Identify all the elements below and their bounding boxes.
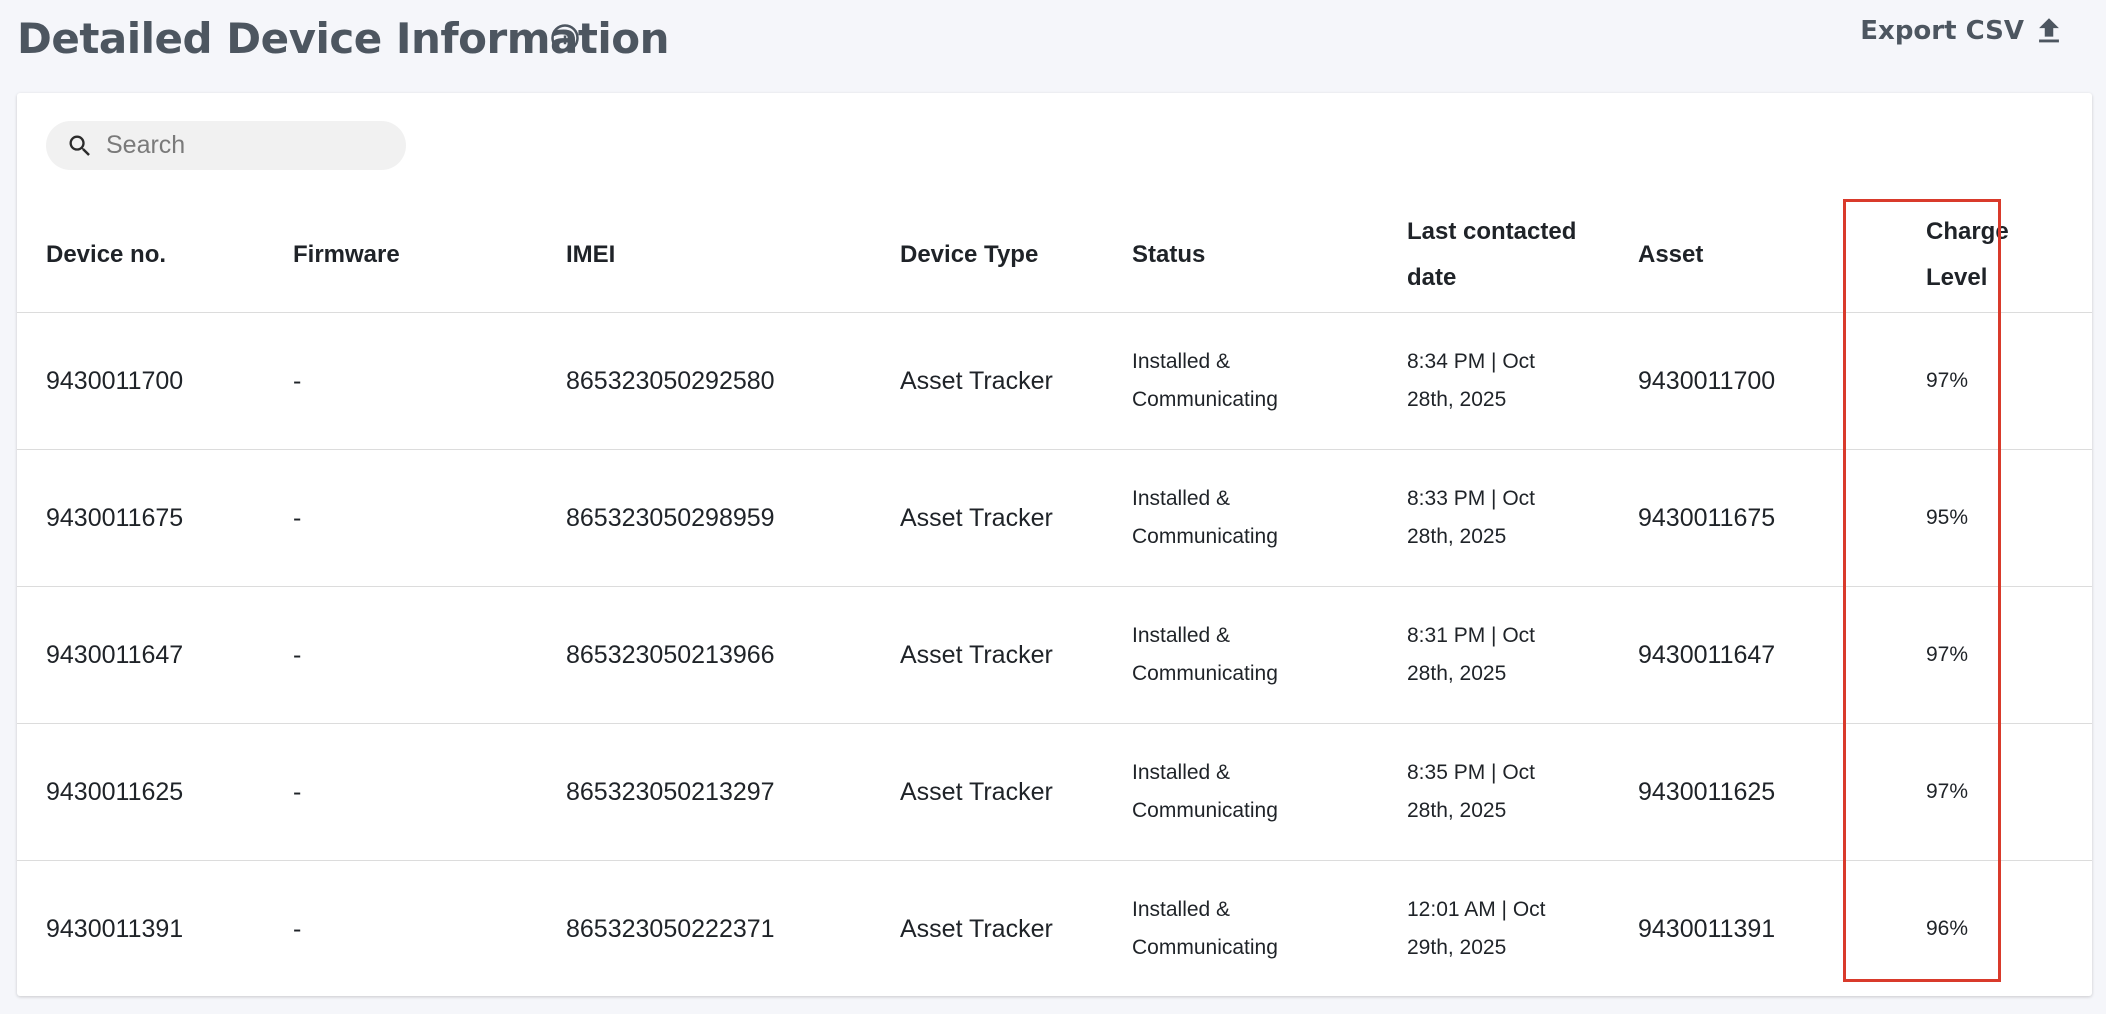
search-box[interactable]: [46, 121, 406, 170]
upload-icon: [2039, 18, 2059, 43]
column-header-imei[interactable]: IMEI: [566, 198, 900, 313]
column-header-last-contacted[interactable]: Last contacted date: [1407, 198, 1638, 313]
column-header-last-contacted-label: Last contacted date: [1407, 218, 1577, 291]
cell-charge-level-text: 95%: [1926, 506, 1969, 529]
table-row[interactable]: 9430011625 - 865323050213297 Asset Track…: [17, 723, 2092, 861]
column-header-asset[interactable]: Asset: [1638, 198, 1886, 313]
export-csv-label: Export CSV: [1860, 16, 2024, 46]
cell-device-type: Asset Tracker: [900, 860, 1132, 996]
cell-device-type: Asset Tracker: [900, 312, 1132, 450]
cell-device-no: 9430011391: [17, 860, 293, 996]
cell-last-contacted-text: 8:34 PM | Oct 28th, 2025: [1407, 350, 1535, 411]
table-row[interactable]: 9430011700 - 865323050292580 Asset Track…: [17, 312, 2092, 450]
cell-charge-level-text: 97%: [1926, 643, 1969, 666]
search-input[interactable]: [104, 130, 388, 161]
cell-status-text: Installed & Communicating: [1132, 898, 1278, 959]
cell-charge-level-text: 96%: [1926, 917, 1969, 940]
cell-charge-level: 96%: [1886, 860, 2092, 996]
cell-imei: 865323050298959: [566, 449, 900, 587]
cell-charge-level-text: 97%: [1926, 780, 1969, 803]
cell-charge-level: 97%: [1886, 723, 2092, 861]
cell-asset: 9430011700: [1638, 312, 1886, 450]
cell-charge-level: 97%: [1886, 312, 2092, 450]
cell-status: Installed & Communicating: [1132, 312, 1407, 450]
cell-last-contacted-text: 8:31 PM | Oct 28th, 2025: [1407, 624, 1535, 685]
cell-status: Installed & Communicating: [1132, 449, 1407, 587]
cell-last-contacted-text: 12:01 AM | Oct 29th, 2025: [1407, 898, 1546, 959]
cell-charge-level-text: 97%: [1926, 369, 1969, 392]
cell-status-text: Installed & Communicating: [1132, 624, 1278, 685]
device-table: Device no. Firmware IMEI Device Type Sta…: [17, 198, 2092, 996]
cell-device-no: 9430011675: [17, 449, 293, 587]
table-row[interactable]: 9430011675 - 865323050298959 Asset Track…: [17, 449, 2092, 587]
cell-last-contacted-text: 8:33 PM | Oct 28th, 2025: [1407, 487, 1535, 548]
column-header-device-no[interactable]: Device no.: [17, 198, 293, 313]
cell-asset: 9430011391: [1638, 860, 1886, 996]
cell-asset: 9430011625: [1638, 723, 1886, 861]
cell-firmware: -: [293, 860, 566, 996]
device-table-card: Device no. Firmware IMEI Device Type Sta…: [17, 93, 2092, 996]
cell-imei: 865323050292580: [566, 312, 900, 450]
cell-device-type: Asset Tracker: [900, 449, 1132, 587]
column-header-charge-level-label: Charge Level: [1926, 218, 2009, 291]
cell-device-no: 9430011625: [17, 723, 293, 861]
search-icon: [69, 135, 90, 156]
cell-last-contacted: 8:33 PM | Oct 28th, 2025: [1407, 449, 1638, 587]
column-header-charge-level[interactable]: Charge Level: [1886, 198, 2092, 313]
column-header-firmware[interactable]: Firmware: [293, 198, 566, 313]
export-csv-button[interactable]: Export CSV: [1860, 14, 2066, 48]
cell-imei: 865323050213297: [566, 723, 900, 861]
cell-status-text: Installed & Communicating: [1132, 350, 1278, 411]
cell-status: Installed & Communicating: [1132, 723, 1407, 861]
cell-device-type: Asset Tracker: [900, 723, 1132, 861]
cell-charge-level: 97%: [1886, 586, 2092, 724]
cell-asset: 9430011675: [1638, 449, 1886, 587]
cell-asset: 9430011647: [1638, 586, 1886, 724]
column-header-device-type[interactable]: Device Type: [900, 198, 1132, 313]
cell-firmware: -: [293, 723, 566, 861]
table-row[interactable]: 9430011647 - 865323050213966 Asset Track…: [17, 586, 2092, 724]
cell-device-no: 9430011700: [17, 312, 293, 450]
cell-last-contacted: 8:34 PM | Oct 28th, 2025: [1407, 312, 1638, 450]
table-row[interactable]: 9430011391 - 865323050222371 Asset Track…: [17, 860, 2092, 996]
table-header-row: Device no. Firmware IMEI Device Type Sta…: [17, 198, 2092, 313]
info-icon[interactable]: [550, 23, 580, 53]
cell-status-text: Installed & Communicating: [1132, 761, 1278, 822]
cell-last-contacted-text: 8:35 PM | Oct 28th, 2025: [1407, 761, 1535, 822]
cell-status: Installed & Communicating: [1132, 586, 1407, 724]
cell-firmware: -: [293, 586, 566, 724]
cell-last-contacted: 8:31 PM | Oct 28th, 2025: [1407, 586, 1638, 724]
cell-imei: 865323050213966: [566, 586, 900, 724]
cell-firmware: -: [293, 449, 566, 587]
cell-last-contacted: 8:35 PM | Oct 28th, 2025: [1407, 723, 1638, 861]
column-header-status[interactable]: Status: [1132, 198, 1407, 313]
cell-device-no: 9430011647: [17, 586, 293, 724]
cell-last-contacted: 12:01 AM | Oct 29th, 2025: [1407, 860, 1638, 996]
cell-device-type: Asset Tracker: [900, 586, 1132, 724]
cell-charge-level: 95%: [1886, 449, 2092, 587]
cell-status-text: Installed & Communicating: [1132, 487, 1278, 548]
cell-status: Installed & Communicating: [1132, 860, 1407, 996]
page: Detailed Device Information Export CSV S…: [0, 0, 2106, 1014]
cell-imei: 865323050222371: [566, 860, 900, 996]
cell-firmware: -: [293, 312, 566, 450]
